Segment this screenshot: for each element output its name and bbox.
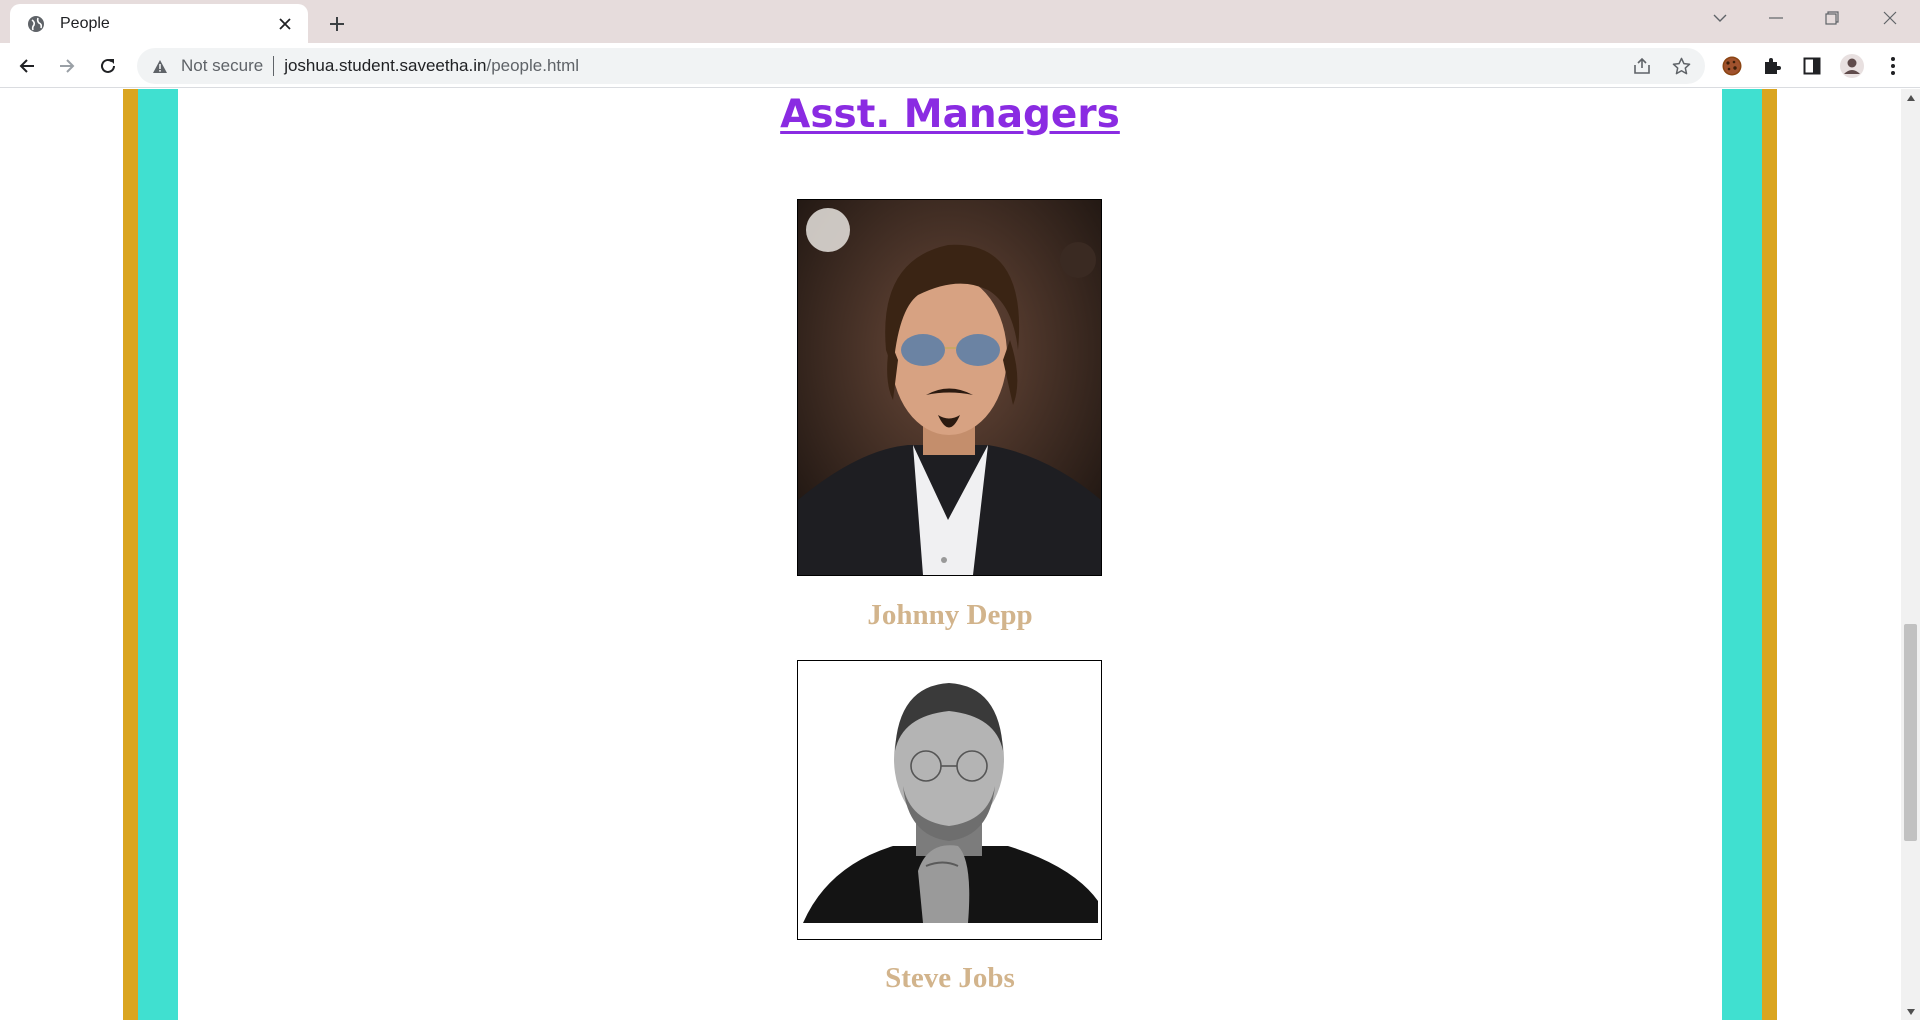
person-name: Johnny Depp xyxy=(867,599,1033,631)
tab-strip: People xyxy=(0,0,1920,43)
scroll-down-arrow-icon[interactable] xyxy=(1901,1003,1920,1020)
vertical-scrollbar[interactable] xyxy=(1901,89,1920,1020)
back-icon[interactable] xyxy=(10,49,44,83)
right-teal-border xyxy=(1722,89,1762,1020)
url-text[interactable]: joshua.student.saveetha.in/people.html xyxy=(284,56,579,76)
minimize-icon[interactable] xyxy=(1748,0,1804,36)
url-path: /people.html xyxy=(486,56,580,75)
forward-icon[interactable] xyxy=(50,49,84,83)
profile-avatar-icon[interactable] xyxy=(1835,49,1869,83)
side-panel-icon[interactable] xyxy=(1795,49,1829,83)
person-photo xyxy=(797,660,1102,940)
close-window-icon[interactable] xyxy=(1862,0,1918,36)
restore-icon[interactable] xyxy=(1804,0,1860,36)
share-icon[interactable] xyxy=(1625,48,1659,84)
not-secure-warning-icon[interactable] xyxy=(151,57,169,75)
person-name: Steve Jobs xyxy=(885,962,1015,994)
person-photo xyxy=(797,199,1102,576)
puzzle-extensions-icon[interactable] xyxy=(1755,49,1789,83)
browser-tab[interactable]: People xyxy=(10,4,308,43)
url-host: joshua.student.saveetha.in xyxy=(284,56,487,75)
reload-icon[interactable] xyxy=(91,49,125,83)
scrollbar-thumb[interactable] xyxy=(1904,624,1917,841)
section-heading: Asst. Managers xyxy=(178,92,1722,137)
address-bar[interactable]: Not secure joshua.student.saveetha.in/pe… xyxy=(137,48,1705,84)
new-tab-plus-icon[interactable] xyxy=(322,9,352,39)
right-gold-border xyxy=(1762,89,1777,1020)
scroll-up-arrow-icon[interactable] xyxy=(1901,89,1920,106)
browser-toolbar: Not secure joshua.student.saveetha.in/pe… xyxy=(0,43,1920,88)
bookmark-star-icon[interactable] xyxy=(1664,48,1698,84)
left-gold-border xyxy=(123,89,138,1020)
tab-title: People xyxy=(60,14,110,32)
tab-search-chevron-icon[interactable] xyxy=(1692,0,1748,36)
globe-icon xyxy=(26,14,46,34)
address-separator xyxy=(273,56,275,76)
page-viewport: Asst. Managers Johnny Depp Steve Jobs xyxy=(0,89,1901,1020)
left-teal-border xyxy=(138,89,178,1020)
asst-managers-heading-link[interactable]: Asst. Managers xyxy=(780,92,1120,137)
close-tab-icon[interactable] xyxy=(274,13,296,35)
security-label[interactable]: Not secure xyxy=(181,56,263,76)
cookie-extension-icon[interactable] xyxy=(1715,49,1749,83)
kebab-menu-icon[interactable] xyxy=(1876,49,1910,83)
